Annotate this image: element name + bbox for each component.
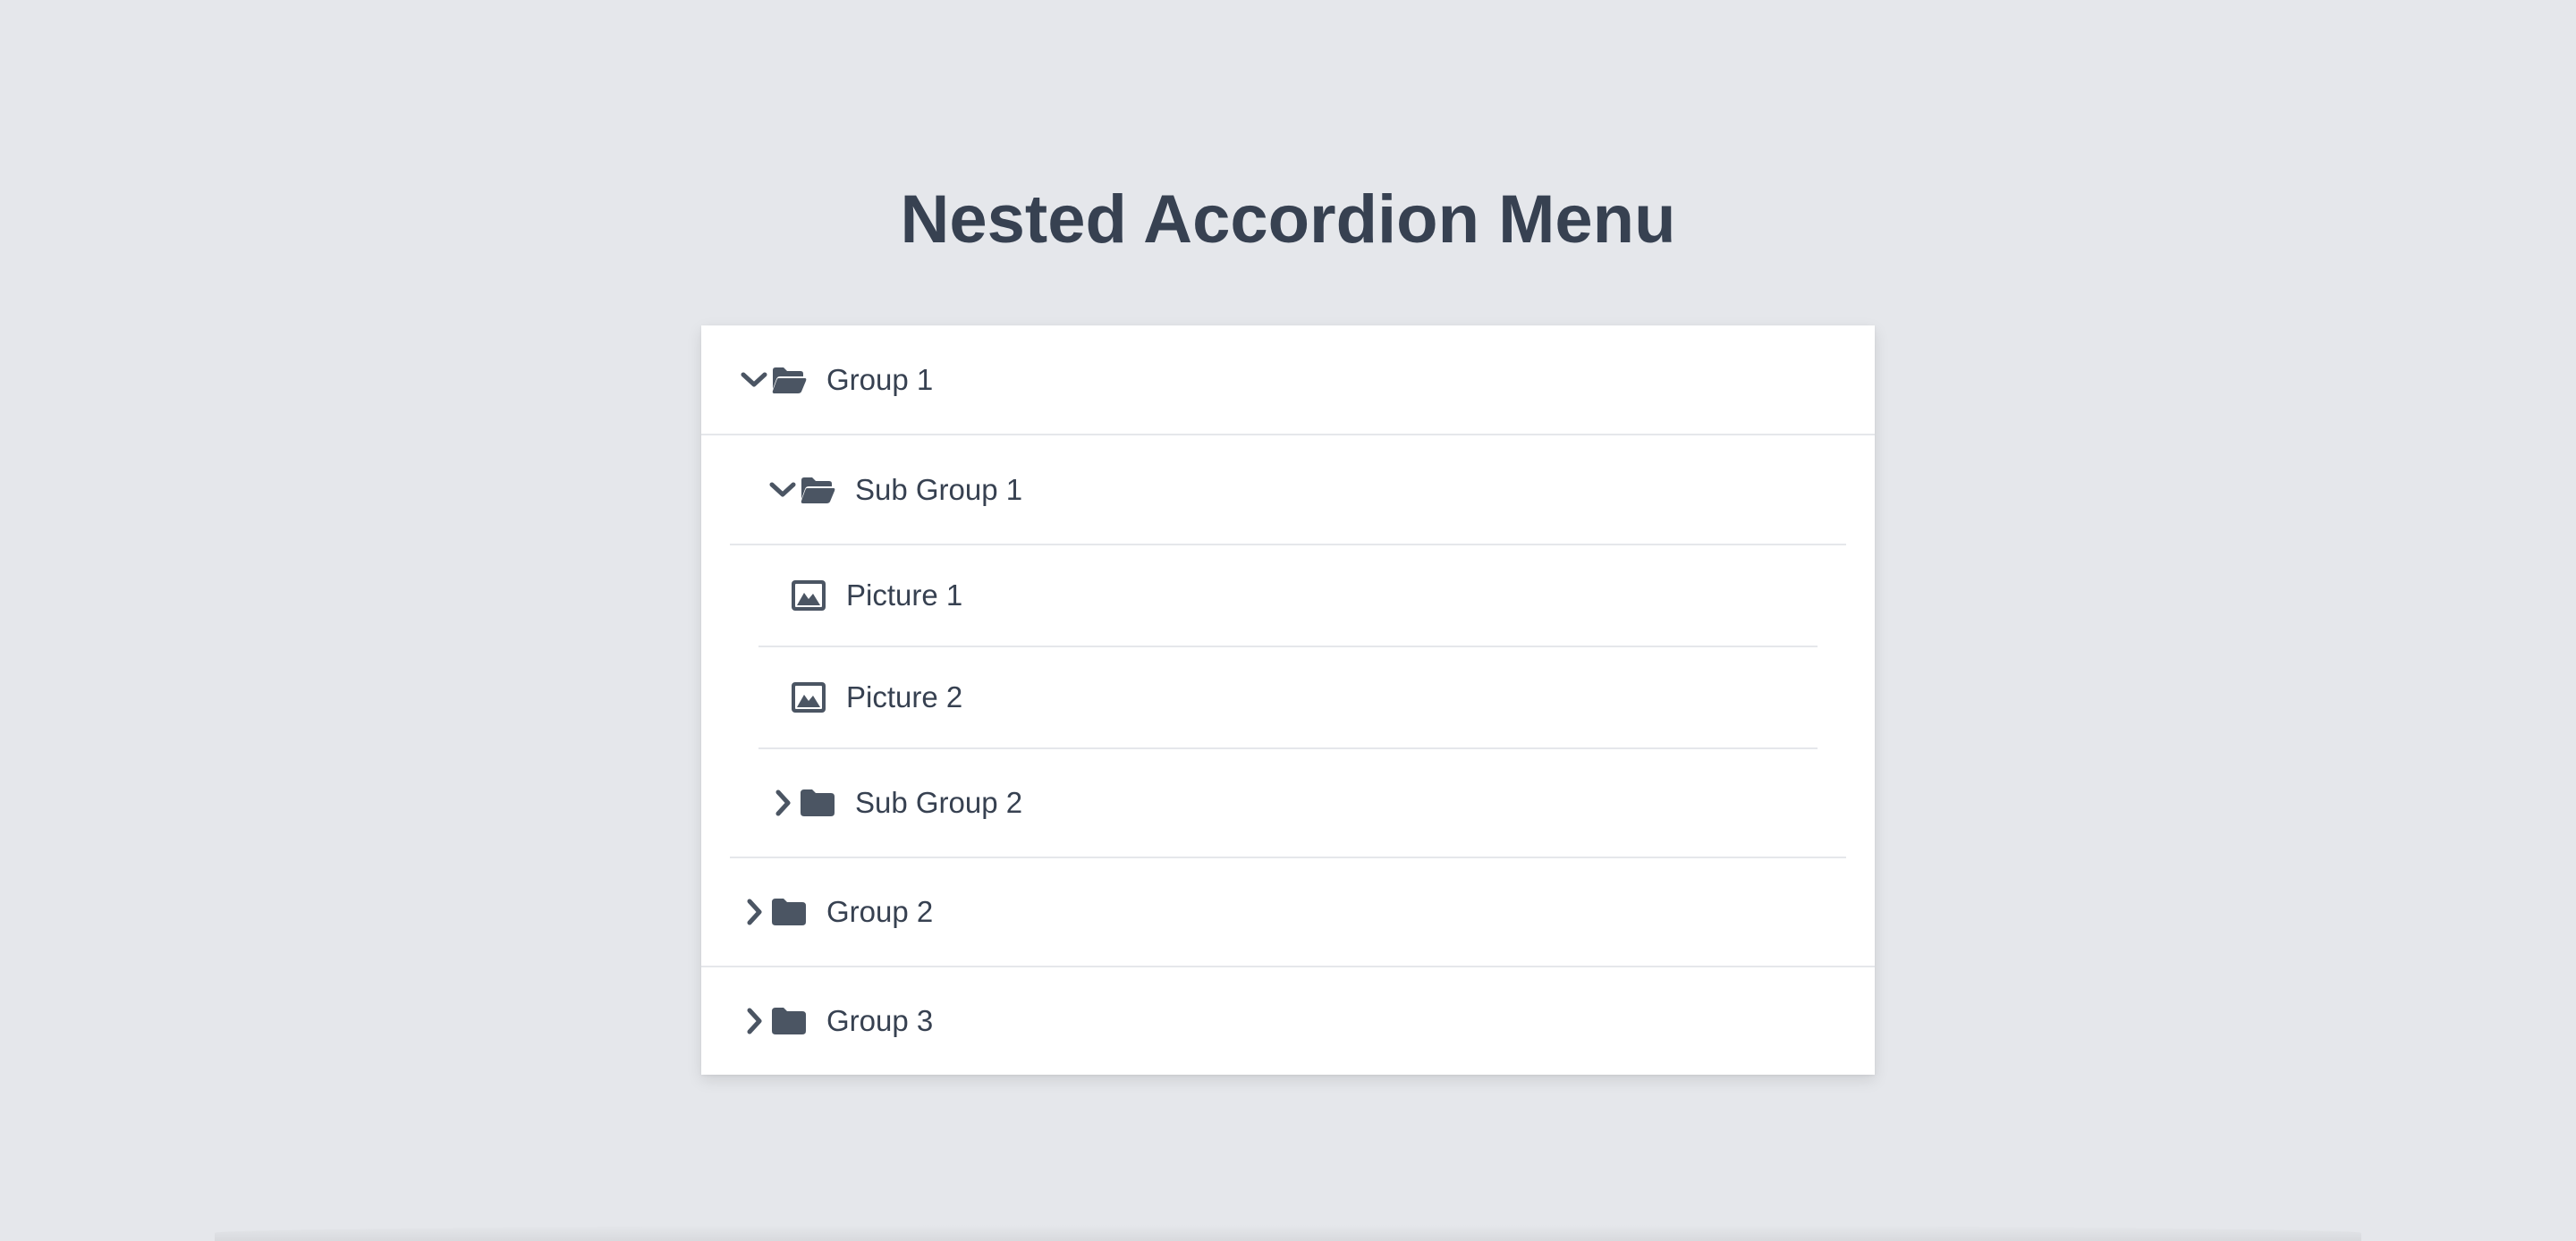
group-1-label: Group 1 bbox=[826, 362, 934, 396]
picture-2-label: Picture 2 bbox=[846, 680, 963, 713]
folder-icon bbox=[800, 788, 835, 818]
accordion-sub-group-2[interactable]: Sub Group 2 bbox=[730, 749, 1846, 857]
chevron-down-icon bbox=[739, 365, 769, 395]
folder-icon bbox=[771, 897, 807, 927]
chevron-right-icon bbox=[767, 788, 798, 818]
picture-1-label: Picture 1 bbox=[846, 578, 963, 612]
sub-group-2-label: Sub Group 2 bbox=[855, 786, 1023, 819]
folder-open-icon bbox=[771, 365, 807, 395]
accordion-item-picture-2[interactable]: Picture 2 bbox=[758, 647, 1818, 747]
image-icon bbox=[791, 579, 826, 612]
accordion-item-picture-1[interactable]: Picture 1 bbox=[758, 545, 1818, 646]
sub-group-1-label: Sub Group 1 bbox=[855, 472, 1023, 506]
accordion-group-2[interactable]: Group 2 bbox=[701, 858, 1875, 966]
chevron-down-icon bbox=[767, 475, 798, 505]
accordion-menu: Group 1 Sub Group 1 Picture 1 Picture 2 … bbox=[701, 325, 1875, 1075]
group-3-label: Group 3 bbox=[826, 1004, 934, 1037]
image-icon bbox=[791, 681, 826, 713]
group-2-label: Group 2 bbox=[826, 895, 934, 928]
accordion-sub-group-1[interactable]: Sub Group 1 bbox=[730, 435, 1846, 544]
accordion-group-1[interactable]: Group 1 bbox=[701, 325, 1875, 434]
accordion-group-3[interactable]: Group 3 bbox=[701, 967, 1875, 1075]
folder-open-icon bbox=[800, 475, 835, 505]
folder-icon bbox=[771, 1006, 807, 1036]
chevron-right-icon bbox=[739, 897, 769, 927]
bottom-shadow bbox=[215, 1225, 2361, 1241]
page-title: Nested Accordion Menu bbox=[900, 182, 1676, 257]
chevron-right-icon bbox=[739, 1006, 769, 1036]
